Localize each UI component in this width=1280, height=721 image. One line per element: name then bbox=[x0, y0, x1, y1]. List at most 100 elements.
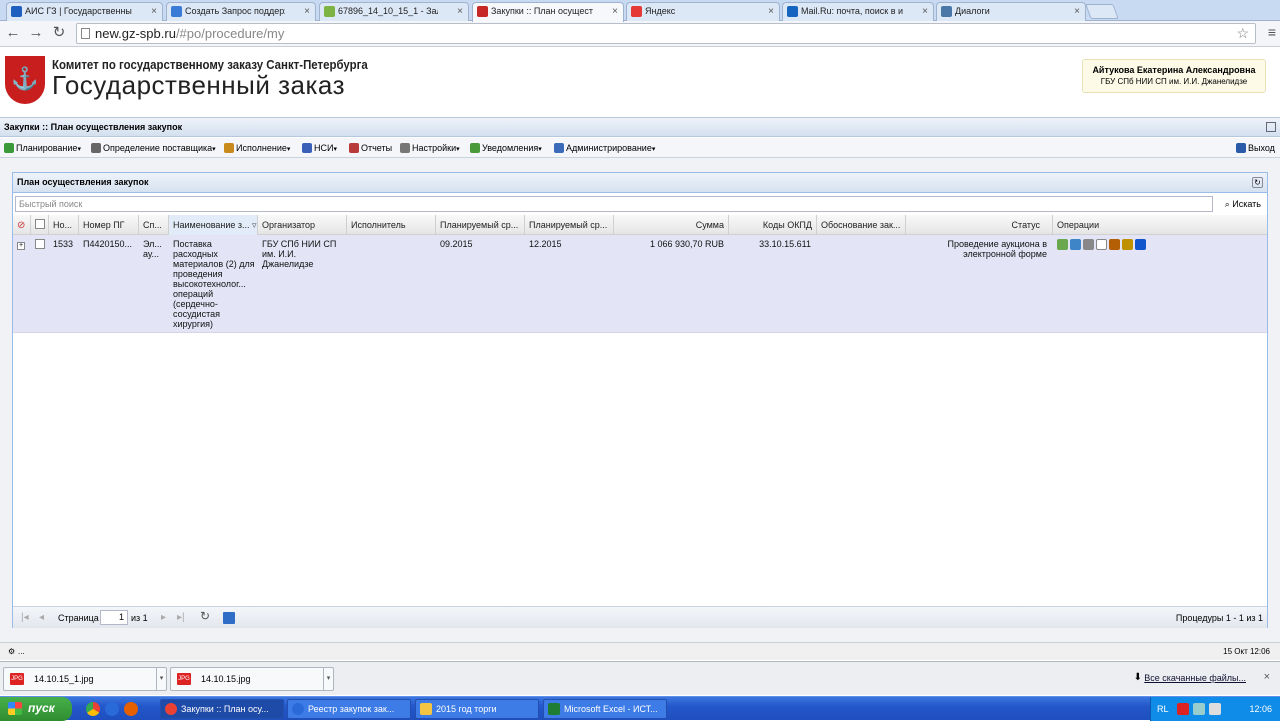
taskbar-window-4[interactable]: Microsoft Excel - ИСТ... bbox=[543, 699, 667, 719]
taskbar-window-2[interactable]: Реестр закупок зак... bbox=[287, 699, 411, 719]
back-button[interactable]: ← bbox=[4, 24, 22, 42]
col-sum[interactable]: Сумма bbox=[614, 215, 729, 235]
table-row[interactable]: + 1533 П4420150... Эл... ау... Поставка … bbox=[13, 235, 1267, 333]
close-tab-icon[interactable]: × bbox=[922, 3, 928, 20]
arrow-left-icon: ← bbox=[5, 24, 21, 41]
col-justification[interactable]: Обоснование зак... bbox=[817, 215, 906, 235]
browser-tab-2[interactable]: Создать Запрос поддержки × bbox=[166, 2, 316, 21]
last-page-icon[interactable]: ▸| bbox=[177, 612, 185, 624]
bookmark-star-icon[interactable]: ☆ bbox=[1236, 24, 1249, 43]
refresh-icon[interactable]: ↻ bbox=[200, 610, 210, 622]
close-tab-icon[interactable]: × bbox=[612, 3, 618, 20]
excel-icon bbox=[548, 703, 560, 715]
browser-tab-6[interactable]: Mail.Ru: почта, поиск в инт × bbox=[782, 2, 934, 21]
downloads-bar: JPG 14.10.15_1.jpg ▾ JPG 14.10.15.jpg ▾ … bbox=[0, 661, 1280, 695]
reload-button[interactable]: ↻ bbox=[50, 24, 68, 42]
all-downloads-link[interactable]: Все скачанные файлы... bbox=[1144, 673, 1246, 683]
col-executor[interactable]: Исполнитель bbox=[347, 215, 436, 235]
menu-supplier-selection[interactable]: Определение поставщика▾ bbox=[91, 141, 216, 155]
antivirus-tray-icon[interactable] bbox=[1177, 703, 1189, 715]
browser-tab-5[interactable]: Яндекс × bbox=[626, 2, 780, 21]
browser-tab-1[interactable]: АИС ГЗ | Государственный × bbox=[6, 2, 163, 21]
col-method[interactable]: Сп... bbox=[139, 215, 169, 235]
select-all-header[interactable] bbox=[31, 215, 49, 235]
firefox-quicklaunch-icon[interactable] bbox=[124, 702, 138, 716]
download-item[interactable]: JPG 14.10.15.jpg ▾ bbox=[170, 667, 334, 691]
refresh-panel-icon[interactable]: ↻ bbox=[1252, 177, 1263, 188]
menu-planning[interactable]: Планирование▾ bbox=[4, 141, 81, 155]
download-item[interactable]: JPG 14.10.15_1.jpg ▾ bbox=[3, 667, 167, 691]
col-name[interactable]: Наименование з... ▿ bbox=[169, 215, 258, 235]
taskbar-window-1[interactable]: Закупки :: План осу... bbox=[160, 699, 284, 719]
browser-tab-3[interactable]: 67896_14_10_15_1 - Залив × bbox=[319, 2, 469, 21]
col-number[interactable]: Но... bbox=[49, 215, 79, 235]
download-options-icon[interactable]: ▾ bbox=[323, 668, 333, 690]
col-plan-end[interactable]: Планируемый ср... bbox=[525, 215, 614, 235]
close-tab-icon[interactable]: × bbox=[151, 3, 157, 20]
chrome-icon bbox=[165, 703, 177, 715]
col-plan-start[interactable]: Планируемый ср... bbox=[436, 215, 525, 235]
page-number-input[interactable]: 1 bbox=[100, 610, 128, 625]
new-tab-button[interactable] bbox=[1085, 4, 1119, 19]
row-checkbox[interactable] bbox=[35, 239, 45, 249]
menu-notifications[interactable]: Уведомления▾ bbox=[470, 141, 542, 155]
scroll-icon[interactable] bbox=[1122, 239, 1133, 250]
forward-button[interactable]: → bbox=[27, 24, 45, 42]
browser-tab-7[interactable]: Диалоги × bbox=[936, 2, 1086, 21]
start-button[interactable]: пуск bbox=[0, 697, 72, 721]
ie-quicklaunch-icon[interactable] bbox=[105, 702, 119, 716]
close-tab-icon[interactable]: × bbox=[304, 3, 310, 20]
edit-icon[interactable] bbox=[1057, 239, 1068, 250]
menu-administration[interactable]: Администрирование▾ bbox=[554, 141, 655, 155]
browser-menu-icon[interactable]: ≡ bbox=[1268, 25, 1276, 39]
select-all-checkbox[interactable] bbox=[35, 219, 45, 229]
notification-icon bbox=[470, 143, 480, 153]
col-status[interactable]: Статус bbox=[906, 215, 1053, 235]
image-file-icon: JPG bbox=[177, 673, 191, 685]
menu-execution[interactable]: Исполнение▾ bbox=[224, 141, 290, 155]
taskbar-window-3[interactable]: 2015 год торги bbox=[415, 699, 539, 719]
download-arrow-icon: ⬇ bbox=[1133, 672, 1142, 683]
language-indicator[interactable]: RL bbox=[1157, 697, 1169, 721]
clear-filter-header[interactable]: ⊘ bbox=[13, 215, 31, 235]
filter-icon[interactable]: ▿ bbox=[250, 220, 257, 230]
menu-nsi[interactable]: НСИ▾ bbox=[302, 141, 337, 155]
chrome-quicklaunch-icon[interactable] bbox=[86, 702, 100, 716]
close-tab-icon[interactable]: × bbox=[457, 3, 463, 20]
emblem-icon[interactable] bbox=[1109, 239, 1120, 250]
columns-icon[interactable] bbox=[1135, 239, 1146, 250]
download-options-icon[interactable]: ▾ bbox=[156, 668, 166, 690]
browser-tab-4-active[interactable]: Закупки :: План осуществл × bbox=[472, 2, 624, 22]
network-tray-icon[interactable] bbox=[1193, 703, 1205, 715]
volume-tray-icon[interactable] bbox=[1209, 703, 1221, 715]
url-input[interactable]: new.gz-spb.ru/#po/procedure/my ☆ bbox=[76, 23, 1256, 44]
book-icon bbox=[302, 143, 312, 153]
search-button[interactable]: ⌕ Искать bbox=[1217, 196, 1265, 212]
next-page-icon[interactable]: ▸ bbox=[161, 612, 166, 624]
save-icon[interactable] bbox=[223, 612, 235, 624]
execution-icon bbox=[224, 143, 234, 153]
document-icon[interactable] bbox=[1096, 239, 1107, 250]
close-tab-icon[interactable]: × bbox=[1074, 3, 1080, 20]
chart-icon[interactable] bbox=[1070, 239, 1081, 250]
col-pg-number[interactable]: Номер ПГ bbox=[79, 215, 139, 235]
maximize-icon[interactable] bbox=[1266, 122, 1276, 132]
tab-favicon-icon bbox=[787, 6, 798, 17]
col-organizer[interactable]: Организатор bbox=[258, 215, 347, 235]
prev-page-icon[interactable]: ◂ bbox=[39, 612, 44, 624]
settings-icon[interactable] bbox=[1083, 239, 1094, 250]
pagination-toolbar: |◂ ◂ Страница 1 из 1 ▸ ▸| ↻ Процедуры 1 … bbox=[13, 606, 1267, 628]
logout-button[interactable]: Выход bbox=[1236, 141, 1275, 155]
close-tab-icon[interactable]: × bbox=[768, 3, 774, 20]
browser-tab-bar: АИС ГЗ | Государственный × Создать Запро… bbox=[0, 0, 1280, 22]
first-page-icon[interactable]: |◂ bbox=[21, 612, 29, 624]
close-downloads-icon[interactable]: × bbox=[1264, 671, 1270, 683]
menu-settings[interactable]: Настройки▾ bbox=[400, 141, 460, 155]
quick-search-input[interactable]: Быстрый поиск bbox=[15, 196, 1213, 212]
col-operations[interactable]: Операции bbox=[1053, 215, 1267, 235]
menu-reports[interactable]: Отчеты bbox=[349, 141, 392, 155]
status-left: ... bbox=[18, 647, 25, 656]
col-okpd[interactable]: Коды ОКПД bbox=[729, 215, 817, 235]
row-select[interactable] bbox=[31, 239, 49, 251]
expand-row-button[interactable]: + bbox=[15, 239, 29, 250]
